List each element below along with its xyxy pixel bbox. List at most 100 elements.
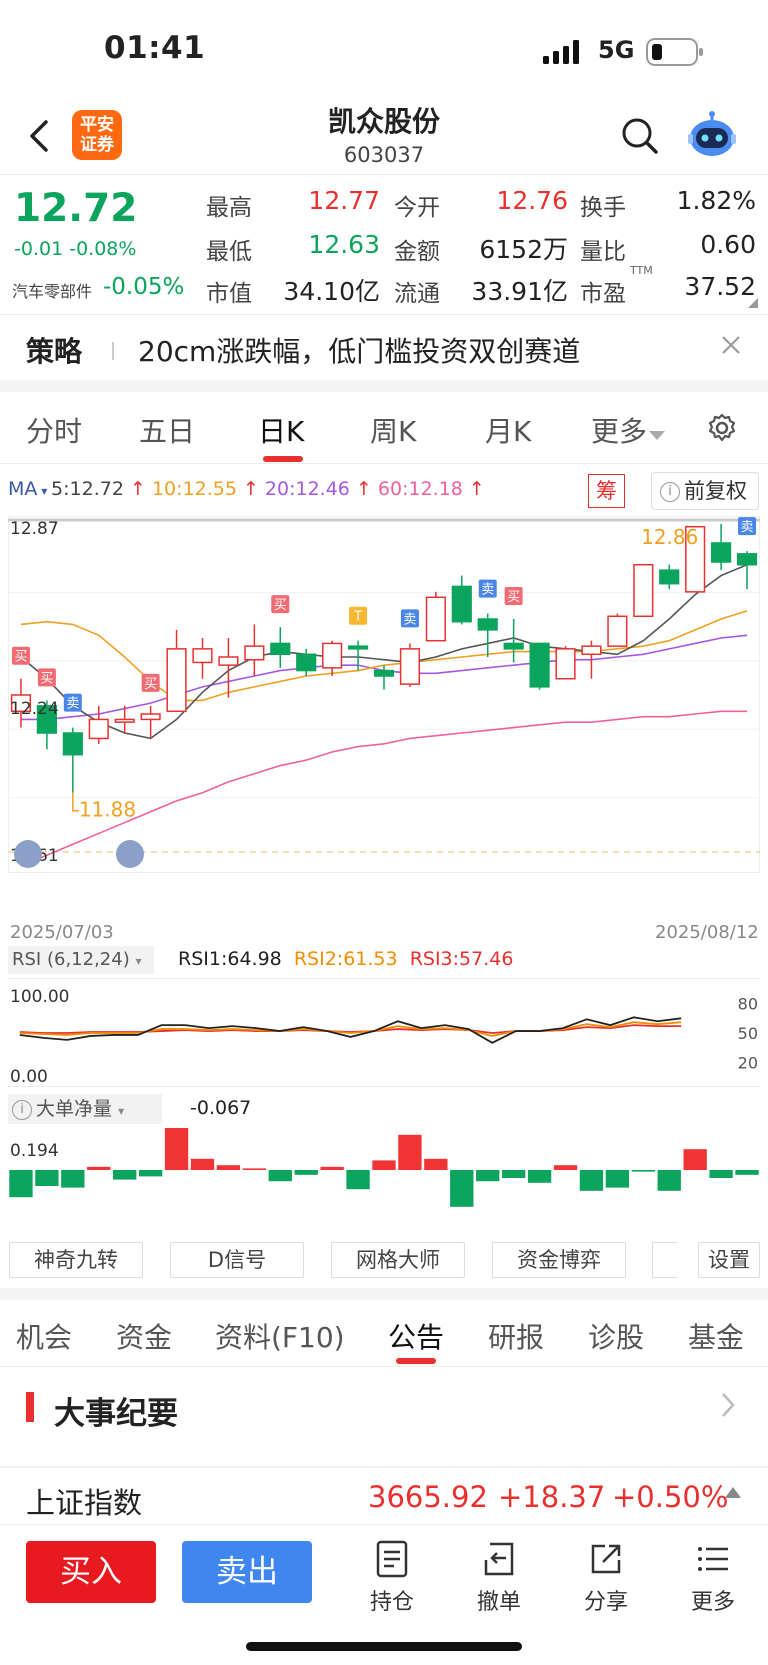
rsi-level-label: 80 bbox=[738, 995, 758, 1014]
rsi-y-max: 100.00 bbox=[10, 987, 69, 1007]
mktcap-value: 34.10亿 bbox=[283, 277, 380, 306]
bigorder-bar bbox=[605, 1170, 630, 1188]
menu-icon bbox=[698, 1547, 728, 1571]
indicator-d-signal-button[interactable]: D信号 bbox=[170, 1242, 304, 1278]
rsi1-value: RSI1:64.98 bbox=[178, 948, 282, 970]
chevron-right-icon[interactable] bbox=[718, 1390, 738, 1420]
bigorder-bar bbox=[294, 1170, 318, 1175]
candle-body bbox=[140, 713, 161, 721]
bigorder-bar bbox=[476, 1170, 500, 1182]
signal-marker-buy: 买 bbox=[40, 671, 53, 686]
event-title[interactable]: 大事纪要 bbox=[54, 1388, 178, 1433]
cancel-order-button[interactable]: 撤单 bbox=[463, 1540, 535, 1616]
expand-up-icon[interactable] bbox=[724, 1486, 742, 1500]
index-name[interactable]: 上证指数 bbox=[26, 1480, 142, 1522]
share-icon bbox=[591, 1544, 621, 1574]
banner-text[interactable]: 20cm涨跌幅，低门槛投资双创赛道 bbox=[138, 330, 580, 370]
candle-body bbox=[88, 718, 109, 740]
fullscreen-icon bbox=[116, 840, 144, 868]
tab-diagnosis[interactable]: 诊股 bbox=[588, 1316, 644, 1356]
low-label: 最低 bbox=[206, 239, 252, 265]
index-divider bbox=[0, 1466, 768, 1468]
positions-button[interactable]: 持仓 bbox=[356, 1540, 428, 1616]
tab-announcements[interactable]: 公告 bbox=[388, 1316, 444, 1356]
adjust-mode-label: 前复权 bbox=[684, 479, 747, 503]
ma-legend: MA ▾ 5:12.72 ↑ 10:12.55 ↑ 20:12.46 ↑ 60:… bbox=[8, 478, 485, 500]
index-change-pct: +0.50% bbox=[612, 1480, 729, 1514]
signal-marker-sell: 卖 bbox=[66, 697, 79, 712]
sell-button[interactable]: 卖出 bbox=[182, 1541, 312, 1603]
candle-body bbox=[451, 585, 472, 623]
bigorder-label: 大单净量 bbox=[36, 1098, 113, 1120]
volratio-value: 0.60 bbox=[700, 230, 756, 259]
bigorder-chart[interactable]: 0.194 bbox=[8, 1128, 760, 1230]
buy-button[interactable]: 买入 bbox=[26, 1541, 156, 1603]
candle-body bbox=[192, 648, 213, 664]
bigorder-scale-label: 0.194 bbox=[10, 1141, 59, 1161]
pe-value: 37.52 bbox=[684, 272, 756, 301]
bigorder-bar bbox=[398, 1134, 422, 1170]
banner-separator bbox=[112, 342, 114, 360]
search-icon[interactable] bbox=[620, 116, 660, 156]
indicator-settings-button[interactable]: 设置 bbox=[698, 1242, 760, 1278]
bigorder-bar bbox=[268, 1170, 292, 1182]
rsi-level-label: 50 bbox=[738, 1024, 758, 1043]
bigorder-bar bbox=[190, 1158, 215, 1170]
tab-daily-k[interactable]: 日K bbox=[258, 410, 304, 450]
tab-more[interactable]: 更多 bbox=[591, 410, 666, 450]
cancel-order-label: 撤单 bbox=[476, 1590, 521, 1615]
bigorder-bar bbox=[553, 1165, 578, 1170]
tab-fund[interactable]: 基金 bbox=[688, 1316, 744, 1356]
sector-name[interactable]: 汽车零部件 bbox=[12, 278, 92, 302]
tab-intraday[interactable]: 分时 bbox=[26, 410, 82, 450]
tab-research[interactable]: 研报 bbox=[488, 1316, 544, 1356]
rsi3-value: RSI3:57.46 bbox=[409, 948, 514, 970]
indicator-fund-game-button[interactable]: 资金博弈 bbox=[492, 1242, 626, 1278]
bigorder-bar bbox=[216, 1165, 241, 1170]
chip-distribution-button[interactable]: 筹 bbox=[588, 474, 625, 508]
candle-body bbox=[244, 645, 265, 661]
bigorder-bar bbox=[735, 1170, 759, 1175]
indicator-partial-button[interactable] bbox=[652, 1242, 678, 1278]
tab-five-day[interactable]: 五日 bbox=[139, 410, 195, 450]
rsi-chart[interactable]: 100.00 0.00 80 50 20 bbox=[8, 978, 760, 1088]
candle-body bbox=[373, 669, 395, 677]
more-button[interactable]: 更多 bbox=[677, 1540, 749, 1616]
kline-chart[interactable]: 买买卖买买T卖卖买卖卖卖12.8712.2411.6112.8611.88 bbox=[8, 516, 760, 920]
rsi-selector[interactable]: RSI (6,12,24) ▾ bbox=[8, 946, 154, 974]
amount-value: 6152万 bbox=[479, 235, 568, 264]
index-change: +18.37 bbox=[498, 1480, 606, 1514]
bigorder-value: -0.067 bbox=[190, 1097, 252, 1119]
ai-assistant-icon[interactable] bbox=[686, 110, 738, 162]
bigorder-bar bbox=[346, 1170, 370, 1190]
pe-ttm: TTM bbox=[630, 264, 653, 277]
change-pct: -0.08% bbox=[69, 238, 137, 260]
tab-monthly-k[interactable]: 月K bbox=[485, 410, 531, 450]
rsi-y-min: 0.00 bbox=[10, 1067, 48, 1087]
share-button[interactable]: 分享 bbox=[570, 1540, 642, 1616]
signal-marker-t: T bbox=[353, 610, 362, 625]
gear-icon[interactable] bbox=[706, 412, 738, 444]
tab-opportunity[interactable]: 机会 bbox=[16, 1316, 72, 1356]
candle-body bbox=[114, 718, 135, 723]
expand-corner-icon[interactable] bbox=[748, 298, 758, 308]
max-price-annotation: 12.86 bbox=[641, 525, 698, 549]
indicator-grid-master-button[interactable]: 网格大师 bbox=[331, 1242, 465, 1278]
turnover-label: 换手 bbox=[580, 195, 626, 221]
indicator-nine-turn-button[interactable]: 神奇九转 bbox=[9, 1242, 143, 1278]
event-accent bbox=[26, 1392, 34, 1422]
candle-body bbox=[503, 642, 524, 650]
x-label-start: 2025/07/03 bbox=[10, 922, 114, 943]
signal-marker-sell: 卖 bbox=[741, 520, 754, 535]
document-icon bbox=[376, 1540, 408, 1578]
close-icon[interactable] bbox=[720, 334, 742, 356]
high-label: 最高 bbox=[206, 195, 252, 221]
tab-weekly-k[interactable]: 周K bbox=[370, 410, 416, 450]
adjust-mode-button[interactable]: i 前复权 bbox=[651, 472, 759, 510]
tab-f10[interactable]: 资料(F10) bbox=[215, 1316, 345, 1356]
candle-body bbox=[659, 569, 680, 585]
rsi2-value: RSI2:61.53 bbox=[293, 948, 398, 970]
candle-body bbox=[347, 645, 369, 650]
tab-funds[interactable]: 资金 bbox=[116, 1316, 172, 1356]
bigorder-selector[interactable]: i 大单净量 ▾ bbox=[8, 1094, 162, 1124]
